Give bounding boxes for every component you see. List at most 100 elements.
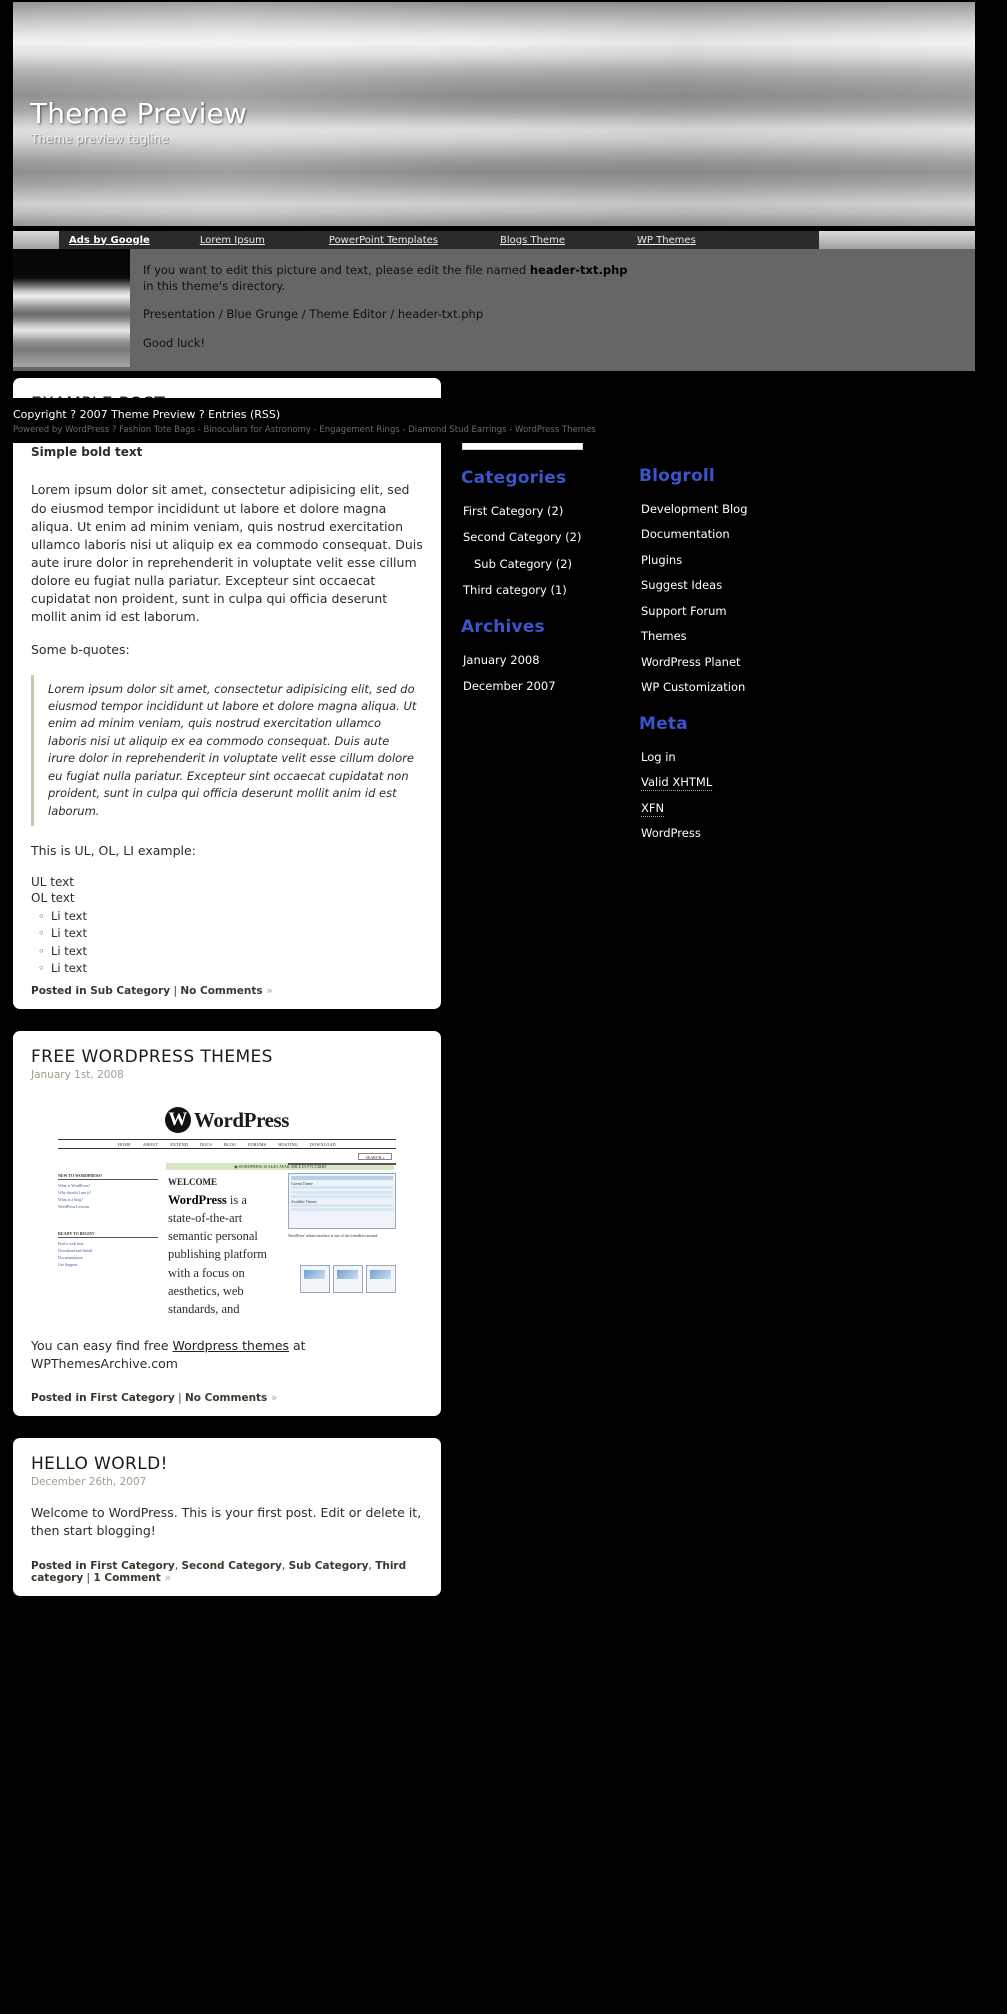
- post-category-link[interactable]: First Category: [90, 1392, 175, 1404]
- ad-link-blogs-theme[interactable]: Blogs Theme: [500, 235, 565, 246]
- list-item[interactable]: Themes: [641, 625, 833, 645]
- blogroll-list: Development Blog Documentation Plugins S…: [633, 498, 833, 696]
- sidebar-column-left: Search Categories First Category (2) Sec…: [455, 378, 605, 848]
- blogroll-link-documentation[interactable]: Documentation: [641, 527, 730, 541]
- post-category-link[interactable]: Sub Category: [90, 985, 170, 997]
- list-item[interactable]: Plugins: [641, 549, 833, 569]
- ad-link-powerpoint-templates[interactable]: PowerPoint Templates: [329, 235, 438, 246]
- footer-credits-prefix: Powered by WordPress ?: [13, 425, 117, 435]
- footer-copyright-row: Copyright ? 2007 Theme Preview ? Entries…: [13, 408, 1007, 421]
- category-link-sub[interactable]: Sub Category (2): [474, 557, 572, 571]
- list-item[interactable]: Third category (1): [463, 579, 605, 599]
- blogroll-link-support-forum[interactable]: Support Forum: [641, 604, 727, 618]
- site-title[interactable]: Theme Preview: [30, 97, 247, 130]
- list-item[interactable]: XFN: [641, 797, 833, 817]
- post-date: December 26th, 2007: [31, 1476, 147, 1489]
- wp-nav-item: BLOG: [223, 1141, 237, 1147]
- main-column: Example Post January 2nd, 2008 Simple bo…: [13, 378, 441, 1618]
- footer-credit-link[interactable]: WordPress Themes: [515, 425, 596, 435]
- wp-left-item: Find a web host: [58, 1241, 84, 1247]
- blogroll-link-themes[interactable]: Themes: [641, 629, 687, 643]
- ads-by-google-label[interactable]: Ads by Google: [59, 235, 156, 246]
- post-title[interactable]: Free Wordpress Themes: [31, 1047, 423, 1067]
- footer-credit-link[interactable]: Diamond Stud Earrings: [408, 425, 506, 435]
- wp-logo-row: W WordPress: [54, 1103, 400, 1137]
- wordpress-themes-link[interactable]: Wordpress themes: [173, 1338, 290, 1353]
- post-category-link[interactable]: Sub Category: [289, 1560, 369, 1572]
- footer-credits-row: Powered by WordPress ? Fashion Tote Bags…: [13, 425, 596, 435]
- wp-panel-row: [291, 1195, 393, 1199]
- list-item[interactable]: Log in: [641, 746, 833, 766]
- list-item[interactable]: WordPress: [641, 822, 833, 842]
- category-link-third[interactable]: Third category (1): [463, 583, 567, 597]
- wp-mid-bold: WordPress: [168, 1193, 227, 1208]
- wp-nav-item: EXTEND: [170, 1141, 189, 1147]
- list-item[interactable]: WordPress Planet: [641, 651, 833, 671]
- blogroll-link-development-blog[interactable]: Development Blog: [641, 502, 748, 516]
- list-item[interactable]: Development Blog: [641, 498, 833, 518]
- list-item[interactable]: Second Category (2): [463, 526, 605, 546]
- wp-caption: WordPress' admin interface is one of the…: [288, 1234, 379, 1239]
- list-item[interactable]: December 2007: [463, 675, 605, 695]
- post-comments-link[interactable]: 1 Comment: [93, 1572, 160, 1584]
- wp-left-item: What is WordPress?: [58, 1183, 91, 1189]
- ad-link-lorem-ipsum[interactable]: Lorem Ipsum: [200, 235, 265, 246]
- blogroll-link-suggest-ideas[interactable]: Suggest Ideas: [641, 578, 722, 592]
- footer-credit-link[interactable]: Engagement Rings: [319, 425, 399, 435]
- sidebar-heading-categories: Categories: [461, 467, 567, 488]
- meta-link-log-in[interactable]: Log in: [641, 750, 676, 764]
- wp-nav-item: HOSTING: [278, 1141, 298, 1147]
- wp-left-item: Why should I use it?: [58, 1190, 92, 1196]
- post-comments-link[interactable]: No Comments: [185, 1392, 267, 1404]
- ad-link-wp-themes[interactable]: WP Themes: [637, 235, 696, 246]
- meta-link-wordpress[interactable]: WordPress: [641, 826, 701, 840]
- post-category-link[interactable]: Second Category: [181, 1560, 281, 1572]
- footer-credit-link[interactable]: Fashion Tote Bags: [119, 425, 195, 435]
- list-item[interactable]: First Category (2): [463, 500, 605, 520]
- site-header: Theme Preview Theme preview tagline Ads …: [0, 0, 1007, 378]
- wp-nav-row: HOME ABOUT EXTEND DOCS BLOG FORUMS HOSTI…: [58, 1139, 396, 1150]
- post-example-post: Example Post January 2nd, 2008 Simple bo…: [13, 378, 441, 1010]
- list-item[interactable]: Support Forum: [641, 600, 833, 620]
- blogroll-link-plugins[interactable]: Plugins: [641, 553, 682, 567]
- header-note-line-1a: If you want to edit this picture and tex…: [143, 263, 530, 277]
- category-link-second[interactable]: Second Category (2): [463, 530, 581, 544]
- plain-list: UL text OL text: [31, 875, 423, 906]
- list-item[interactable]: Documentation: [641, 523, 833, 543]
- category-link-first[interactable]: First Category (2): [463, 504, 563, 518]
- post-paragraph: Welcome to WordPress. This is your first…: [31, 1505, 422, 1539]
- wp-thumbnail: [333, 1265, 363, 1294]
- archive-link-january-2008[interactable]: January 2008: [463, 653, 540, 667]
- posted-in-label: Posted in: [31, 1392, 91, 1405]
- meta-link-xfn[interactable]: XFN: [641, 800, 665, 817]
- list-item[interactable]: Valid XHTML: [641, 771, 833, 792]
- blogroll-link-wordpress-planet[interactable]: WordPress Planet: [641, 655, 741, 669]
- post-hello-world: Hello world! December 26th, 2007 Welcome…: [13, 1438, 441, 1596]
- archive-link-december-2007[interactable]: December 2007: [463, 679, 556, 693]
- footer-credit-link[interactable]: Binoculars for Astronomy: [203, 425, 310, 435]
- list-item[interactable]: WP Customization: [641, 676, 833, 696]
- header-note-filename: header-txt.php: [529, 263, 628, 277]
- content-area: Example Post January 2nd, 2008 Simple bo…: [0, 378, 1007, 1596]
- post-comments-link[interactable]: No Comments: [180, 985, 262, 997]
- header-note-line-2: in this theme's directory.: [143, 278, 286, 293]
- list-item[interactable]: Sub Category (2): [463, 553, 605, 573]
- post-category-link[interactable]: First Category: [90, 1560, 175, 1572]
- wp-panel-row: [291, 1190, 393, 1194]
- wp-left-column: NEW TO WORDPRESS? What is WordPress? Why…: [58, 1173, 158, 1269]
- wp-left-heading-1: NEW TO WORDPRESS?: [58, 1173, 158, 1181]
- list-item[interactable]: Suggest Ideas: [641, 574, 833, 594]
- meta-arrows: »: [266, 985, 273, 998]
- blogroll-link-wp-customization[interactable]: WP Customization: [641, 680, 745, 694]
- meta-link-valid-xhtml[interactable]: Valid XHTML: [641, 775, 713, 792]
- categories-list: First Category (2) Second Category (2) S…: [455, 500, 605, 599]
- header-note-line-3: Presentation / Blue Grunge / Theme Edito…: [143, 307, 484, 322]
- wp-nav-item: DOCS: [200, 1141, 212, 1147]
- list-intro: This is UL, OL, LI example:: [31, 843, 196, 859]
- list-item[interactable]: January 2008: [463, 649, 605, 669]
- post-title[interactable]: Hello world!: [31, 1454, 423, 1474]
- meta-arrows: »: [164, 1571, 171, 1584]
- wp-left-item: What is a blog?: [58, 1197, 83, 1203]
- wp-nav-item: FORUMS: [248, 1141, 267, 1147]
- footer-entries-rss-link[interactable]: Entries (RSS): [208, 408, 280, 421]
